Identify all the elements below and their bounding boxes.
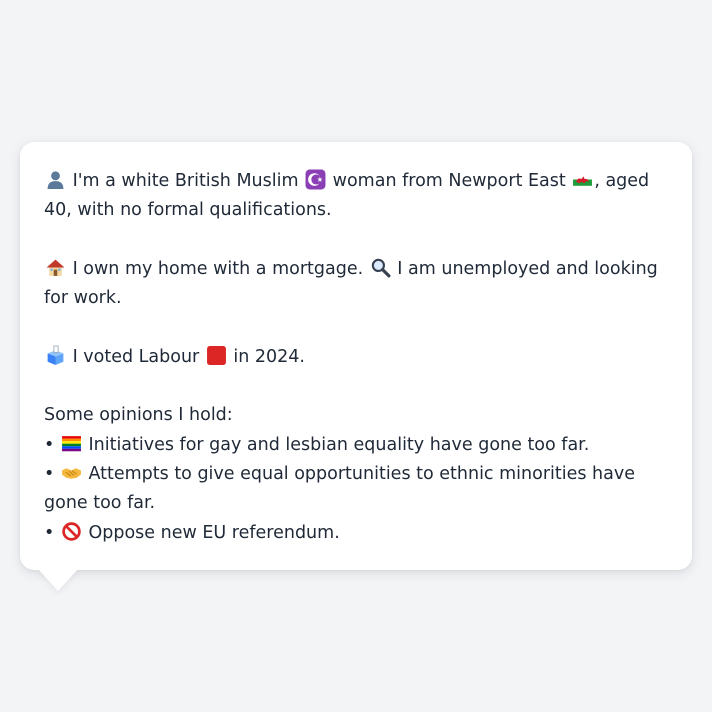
speech-bubble-tail bbox=[38, 569, 78, 591]
opinion-list-item: • Oppose new EU referendum. bbox=[44, 521, 340, 543]
persona-speech-bubble: I'm a white British Muslim woman from Ne… bbox=[20, 142, 692, 570]
wales-flag-icon bbox=[572, 169, 593, 190]
opinions-heading: Some opinions I hold: bbox=[44, 405, 233, 426]
handshake-icon bbox=[61, 462, 82, 483]
vote-paragraph: I voted Labour in 2024. bbox=[44, 343, 668, 372]
identity-paragraph: I'm a white British Muslim woman from Ne… bbox=[44, 169, 650, 221]
ballot-box-icon bbox=[45, 345, 66, 366]
red-square-icon bbox=[206, 345, 227, 366]
bullet: • bbox=[44, 463, 55, 484]
housing-employment-paragraph: I own my home with a mortgage. I am unem… bbox=[44, 257, 658, 309]
magnifying-glass-icon bbox=[370, 257, 391, 278]
bullet: • bbox=[44, 522, 55, 543]
bullet: • bbox=[44, 434, 55, 455]
star-and-crescent-icon bbox=[305, 169, 326, 190]
rainbow-flag-icon bbox=[61, 433, 82, 454]
prohibited-icon bbox=[61, 521, 82, 542]
house-icon bbox=[45, 257, 66, 278]
person-silhouette-icon bbox=[45, 169, 66, 190]
opinion-list-item: • Initiatives for gay and lesbian equali… bbox=[44, 433, 590, 455]
opinion-list-item: • Attempts to give equal opportunities t… bbox=[44, 462, 635, 514]
opinions-section: Some opinions I hold: • Initiatives for … bbox=[44, 401, 668, 547]
